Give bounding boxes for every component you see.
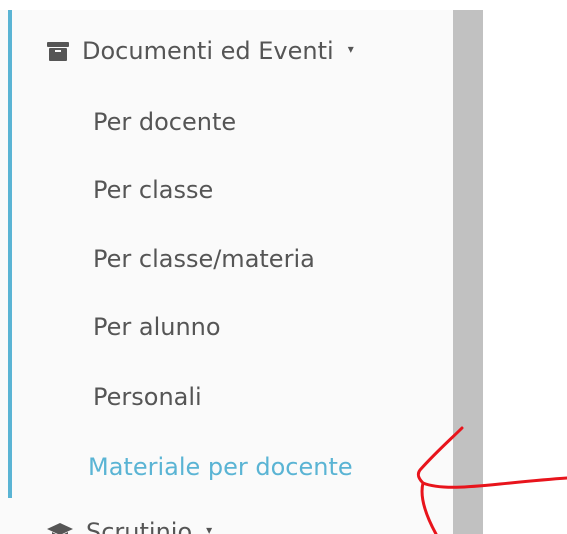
caret-down-icon: ▾: [347, 42, 354, 56]
menu-item-personali[interactable]: Personali: [93, 380, 202, 414]
menu-item-materiale-per-docente[interactable]: Materiale per docente: [88, 450, 353, 484]
caret-down-icon: ▾: [206, 523, 213, 534]
archive-icon: [46, 40, 70, 62]
page: Documenti ed Eventi ▾ Per docente Per cl…: [0, 0, 567, 534]
menu-item-per-classe-materia[interactable]: Per classe/materia: [93, 242, 315, 276]
menu-section-scrutinio[interactable]: Scrutinio ▾: [46, 515, 212, 534]
menu-item-per-alunno[interactable]: Per alunno: [93, 310, 221, 344]
menu-item-per-docente[interactable]: Per docente: [93, 105, 236, 139]
menu-item-per-classe[interactable]: Per classe: [93, 173, 213, 207]
section-label: Documenti ed Eventi: [82, 37, 334, 65]
section-label: Scrutinio: [86, 518, 193, 534]
graduation-cap-icon: [46, 521, 74, 534]
menu-section-documenti-ed-eventi[interactable]: Documenti ed Eventi ▾: [46, 34, 354, 68]
active-section-indicator: [8, 10, 12, 498]
scrollbar-thumb[interactable]: [453, 10, 483, 534]
